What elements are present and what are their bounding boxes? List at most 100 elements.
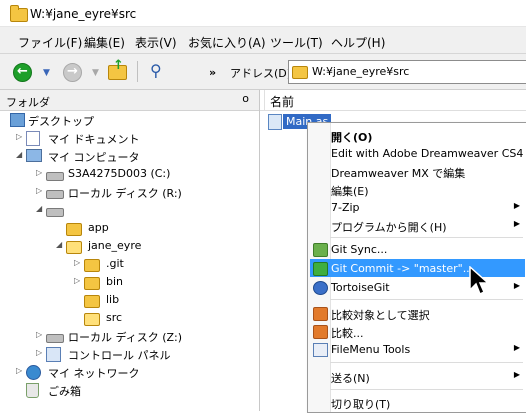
submenu-arrow-icon: ▶ [513,281,520,290]
tree-item-label: bin [106,275,124,288]
menu-item-compare[interactable]: 比較... [310,322,525,340]
menu-item-label: 編集(E) [331,185,369,198]
tree-expander[interactable]: ▷ [36,330,42,339]
menu-item-label: Git Sync... [331,243,388,256]
folder-pane-header: フォルダ o [0,90,259,111]
close-icon[interactable]: o [242,92,249,105]
menu-view[interactable]: 表示(V) [135,34,177,51]
window-title: W:¥jane_eyre¥src [30,7,137,21]
back-arrow-icon[interactable]: ← [13,63,32,82]
tree-item-label: lib [106,293,120,306]
file-list-header: 名前 [260,90,526,111]
menu-item-label: 7-Zip [331,201,360,214]
computer-icon [26,149,42,162]
folder-pane-title: フォルダ [6,96,50,109]
tree-expander[interactable]: ▷ [16,132,22,141]
menu-edit[interactable]: 編集(E) [84,34,125,51]
recycle-bin-icon [26,383,39,398]
menu-item-filemenu-tools[interactable]: FileMenu Tools ▶ [310,340,525,358]
tree-expander[interactable]: ◢ [56,240,62,249]
menu-item-label: Dreamweaver MX で編集 [331,167,466,180]
toolbar-separator [137,61,138,82]
documents-icon [26,131,40,146]
submenu-arrow-icon: ▶ [513,201,520,210]
control-panel-icon [46,347,61,362]
menu-item-edit[interactable]: 編集(E) [310,180,525,198]
address-bar[interactable]: W:¥jane_eyre¥src [288,60,526,84]
explorer-window: W:¥jane_eyre¥src ファイル(F) 編集(E) 表示(V) お気に… [0,0,526,413]
drive-icon [46,334,64,343]
toolbar-overflow-chevron[interactable]: » [209,66,216,79]
menu-help[interactable]: ヘルプ(H) [331,34,385,51]
menu-bar: ファイル(F) 編集(E) 表示(V) お気に入り(A) ツール(T) ヘルプ(… [0,27,526,54]
forward-arrow-icon[interactable]: → [63,63,82,82]
folder-icon [66,223,82,236]
menu-item-git-commit[interactable]: Git Commit -> "master"... [310,259,525,277]
menu-item-label: プログラムから開く(H) [331,221,447,234]
menu-file[interactable]: ファイル(F) [18,34,82,51]
folder-open-icon [84,313,100,326]
menu-item-git-sync[interactable]: Git Sync... [310,240,525,258]
menu-item-send-to[interactable]: 送る(N) ▶ [310,367,525,385]
folder-icon [84,295,100,308]
tree-item-label: jane_eyre [88,239,142,252]
tree-item-label: デスクトップ [28,115,94,128]
chevron-down-icon[interactable]: ▼ [92,68,99,78]
chevron-down-icon[interactable]: ▼ [43,68,50,78]
tree-expander[interactable]: ▷ [74,276,80,285]
git-sync-icon [313,243,328,257]
tree-expander[interactable]: ◢ [16,150,22,159]
compare-icon [313,325,328,339]
tree-expander[interactable]: ▷ [36,168,42,177]
tree-item-label: app [88,221,109,234]
tree-item-label: コントロール パネル [68,349,171,362]
folder-icon [292,66,308,79]
menu-item-label: 開く(O) [331,131,373,144]
mouse-cursor-icon [469,266,490,296]
menu-item-edit-dreamweaver-mx[interactable]: Dreamweaver MX で編集 [310,162,525,180]
menu-item-label: Edit with Adobe Dreamweaver CS4 [331,147,524,160]
folder-open-icon [66,241,82,254]
menu-separator [330,299,523,300]
menu-item-edit-dreamweaver-cs4[interactable]: Edit with Adobe Dreamweaver CS4 [310,144,525,162]
menu-separator [330,389,523,390]
tree-item-label: マイ コンピュータ [48,151,140,164]
submenu-arrow-icon: ▶ [513,219,520,228]
menu-item-label: 比較... [331,327,364,340]
tortoisegit-icon [313,281,328,295]
tree-expander[interactable]: ▷ [36,186,42,195]
folder-icon [84,259,100,272]
context-menu: 開く(O) Edit with Adobe Dreamweaver CS4 Dr… [307,122,526,413]
column-header-name[interactable]: 名前 [270,93,294,110]
tree-expander[interactable]: ▷ [36,348,42,357]
tree-item-label: ローカル ディスク (Z:) [68,331,183,344]
submenu-arrow-icon: ▶ [513,370,520,379]
menu-favorites[interactable]: お気に入り(A) [188,34,266,51]
menu-item-open[interactable]: 開く(O) [310,126,525,144]
menu-item-label: 比較対象として選択 [331,309,430,322]
toolbar: ← ▼ → ▼ ↑ ⚲ » アドレス(D) W:¥jane_eyre¥src [0,54,526,90]
menu-item-select-compare[interactable]: 比較対象として選択 [310,304,525,322]
menu-item-label: 切り取り(T) [331,398,391,411]
tree-item-label: src [106,311,123,324]
search-icon[interactable]: ⚲ [150,61,162,80]
tree-expander[interactable]: ▷ [16,366,22,375]
tree-expander[interactable]: ◢ [36,204,42,213]
tree-item-label: S3A4275D003 (C:) [68,167,171,180]
menu-item-open-with[interactable]: プログラムから開く(H) ▶ [310,216,525,234]
filemenu-tools-icon [313,343,328,357]
menu-tools[interactable]: ツール(T) [270,34,323,51]
column-divider [264,90,265,110]
menu-separator [330,237,523,238]
tree-expander[interactable]: ▷ [74,258,80,267]
folder-tree: デスクトップ ▷ マイ ドキュメント ◢ マイ コンピュータ ▷ S3A4275… [0,111,259,411]
menu-item-7zip[interactable]: 7-Zip ▶ [310,198,525,216]
folder-up-icon[interactable]: ↑ [108,58,127,80]
compare-icon [313,307,328,321]
menu-item-label: TortoiseGit [331,281,390,294]
menu-item-cut[interactable]: 切り取り(T) [310,393,525,411]
git-commit-icon [313,262,328,276]
drive-icon [46,208,64,217]
menu-item-tortoisegit[interactable]: TortoiseGit ▶ [310,278,525,296]
folder-icon [84,277,100,290]
